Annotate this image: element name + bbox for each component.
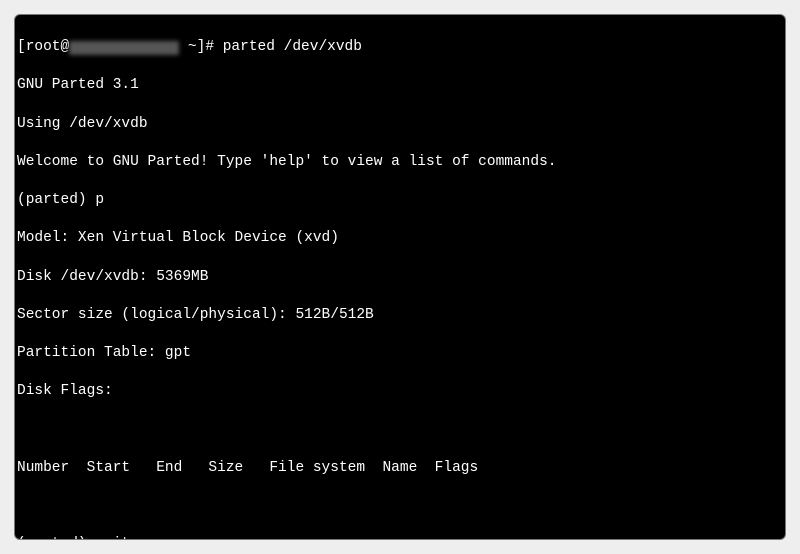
prompt-cwd: ~: [188, 39, 197, 55]
parted-welcome: Welcome to GNU Parted! Type 'help' to vi…: [17, 153, 783, 172]
sector-size: Sector size (logical/physical): 512B/512…: [17, 306, 783, 325]
prompt-marker: #: [205, 39, 214, 55]
prompt-user: root: [26, 39, 61, 55]
parted-cmd-print: (parted) p: [17, 191, 783, 210]
disk-size: Disk /dev/xvdb: 5369MB: [17, 268, 783, 287]
partition-table-type: Partition Table: gpt: [17, 344, 783, 363]
shell-prompt-line: [root@ ~]# parted /dev/xvdb: [17, 38, 783, 57]
typed-command: parted /dev/xvdb: [223, 39, 362, 55]
terminal-output[interactable]: [root@ ~]# parted /dev/xvdb GNU Parted 3…: [14, 14, 786, 540]
parted-using: Using /dev/xvdb: [17, 115, 783, 134]
disk-flags: Disk Flags:: [17, 382, 783, 401]
blank-line: [17, 421, 783, 440]
hostname-redacted: [69, 41, 179, 56]
partition-header-empty: Number Start End Size File system Name F…: [17, 459, 783, 478]
blank-line: [17, 497, 783, 516]
window-frame: [root@ ~]# parted /dev/xvdb GNU Parted 3…: [0, 0, 800, 554]
parted-cmd-unit: (parted) unit s: [17, 535, 783, 540]
disk-model: Model: Xen Virtual Block Device (xvd): [17, 229, 783, 248]
parted-version: GNU Parted 3.1: [17, 76, 783, 95]
